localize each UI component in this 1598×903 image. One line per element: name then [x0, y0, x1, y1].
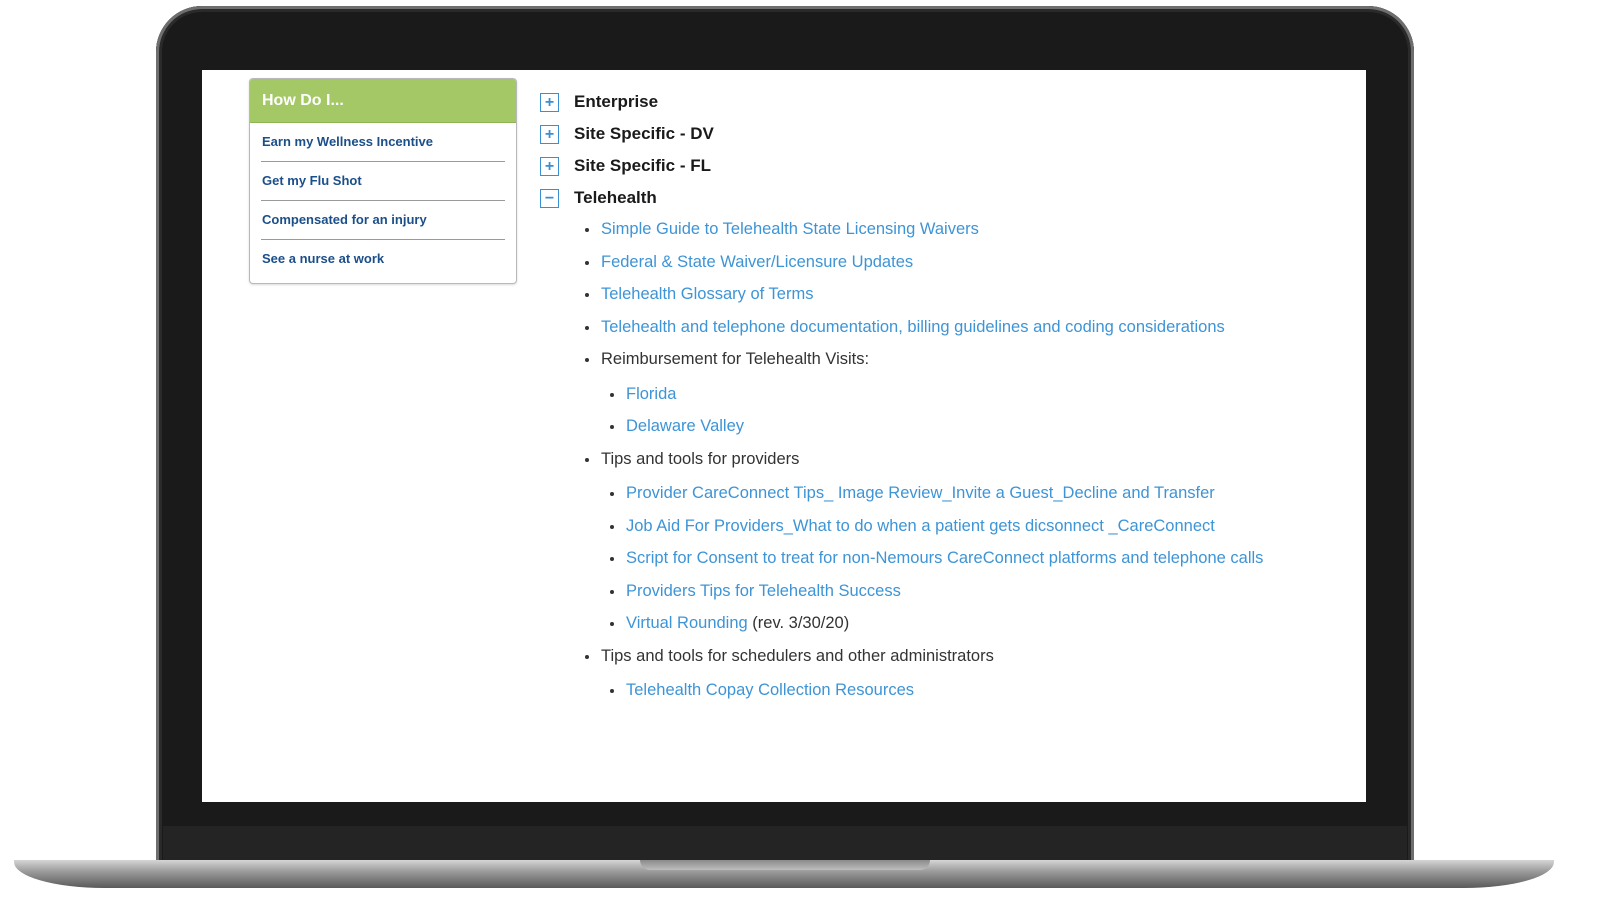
accordion-enterprise[interactable]: + Enterprise	[540, 86, 1340, 118]
link-consent-script[interactable]: Script for Consent to treat for non-Nemo…	[626, 549, 1263, 567]
accordion-title[interactable]: Site Specific - FL	[574, 156, 711, 176]
link-delaware-valley[interactable]: Delaware Valley	[626, 417, 744, 435]
list-item: Florida	[609, 383, 1340, 406]
accordion-telehealth[interactable]: − Telehealth	[540, 182, 1340, 214]
list-item: Script for Consent to treat for non-Nemo…	[609, 547, 1340, 570]
reimbursement-label: Reimbursement for Telehealth Visits:	[601, 350, 870, 368]
link-copay-collection[interactable]: Telehealth Copay Collection Resources	[626, 681, 914, 699]
link-documentation-billing[interactable]: Telehealth and telephone documentation, …	[601, 318, 1225, 336]
providers-sublist: Provider CareConnect Tips_ Image Review_…	[601, 482, 1340, 635]
telehealth-list: Simple Guide to Telehealth State Licensi…	[540, 218, 1340, 702]
reimbursement-sublist: Florida Delaware Valley	[601, 383, 1340, 438]
link-success-tips[interactable]: Providers Tips for Telehealth Success	[626, 582, 901, 600]
accordion-title[interactable]: Enterprise	[574, 92, 658, 112]
how-do-i-wellness-incentive-link[interactable]: Earn my Wellness Incentive	[261, 123, 505, 162]
schedulers-label: Tips and tools for schedulers and other …	[601, 646, 994, 665]
list-item: Job Aid For Providers_What to do when a …	[609, 515, 1340, 538]
link-virtual-rounding[interactable]: Virtual Rounding	[626, 614, 748, 632]
expand-icon[interactable]: +	[540, 92, 559, 112]
telehealth-content: Simple Guide to Telehealth State Licensi…	[540, 218, 1340, 702]
link-florida[interactable]: Florida	[626, 385, 676, 403]
link-job-aid[interactable]: Job Aid For Providers_What to do when a …	[626, 517, 1215, 535]
link-waiver-updates[interactable]: Federal & State Waiver/Licensure Updates	[601, 253, 913, 271]
accordion-site-specific-fl[interactable]: + Site Specific - FL	[540, 150, 1340, 182]
list-item: Providers Tips for Telehealth Success	[609, 580, 1340, 603]
laptop-bezel-bottom	[163, 826, 1407, 860]
list-item: Telehealth and telephone documentation, …	[584, 316, 1340, 339]
list-item: Simple Guide to Telehealth State Licensi…	[584, 218, 1340, 241]
providers-label: Tips and tools for providers	[601, 449, 800, 468]
list-item: Delaware Valley	[609, 415, 1340, 438]
how-do-i-nurse-link[interactable]: See a nurse at work	[261, 240, 505, 278]
accordion-site-specific-dv[interactable]: + Site Specific - DV	[540, 118, 1340, 150]
list-item: Provider CareConnect Tips_ Image Review_…	[609, 482, 1340, 505]
list-item: Telehealth Glossary of Terms	[584, 283, 1340, 306]
revision-note: (rev. 3/30/20)	[747, 614, 850, 632]
how-do-i-panel: How Do I... Earn my Wellness Incentive G…	[249, 78, 517, 284]
how-do-i-flu-shot-link[interactable]: Get my Flu Shot	[261, 162, 505, 201]
schedulers-sublist: Telehealth Copay Collection Resources	[601, 679, 1340, 702]
list-item: Tips and tools for providers Provider Ca…	[584, 448, 1340, 635]
laptop-screen: How Do I... Earn my Wellness Incentive G…	[202, 70, 1366, 802]
list-item: Federal & State Waiver/Licensure Updates	[584, 251, 1340, 274]
list-item: Tips and tools for schedulers and other …	[584, 645, 1340, 702]
how-do-i-injury-link[interactable]: Compensated for an injury	[261, 201, 505, 240]
accordion-title[interactable]: Telehealth	[574, 188, 657, 208]
collapse-icon[interactable]: −	[540, 188, 559, 208]
link-glossary[interactable]: Telehealth Glossary of Terms	[601, 285, 813, 303]
accordion-title[interactable]: Site Specific - DV	[574, 124, 714, 144]
expand-icon[interactable]: +	[540, 124, 559, 144]
resource-accordion: + Enterprise + Site Specific - DV + Site…	[540, 86, 1340, 712]
list-item: Virtual Rounding (rev. 3/30/20)	[609, 612, 1340, 635]
list-item: Telehealth Copay Collection Resources	[609, 679, 1340, 702]
laptop-hinge-notch	[640, 860, 930, 870]
link-licensing-waivers[interactable]: Simple Guide to Telehealth State Licensi…	[601, 220, 979, 238]
link-careconnect-tips[interactable]: Provider CareConnect Tips_ Image Review_…	[626, 484, 1215, 502]
expand-icon[interactable]: +	[540, 156, 559, 176]
how-do-i-title: How Do I...	[250, 79, 516, 123]
list-item: Reimbursement for Telehealth Visits: Flo…	[584, 348, 1340, 438]
